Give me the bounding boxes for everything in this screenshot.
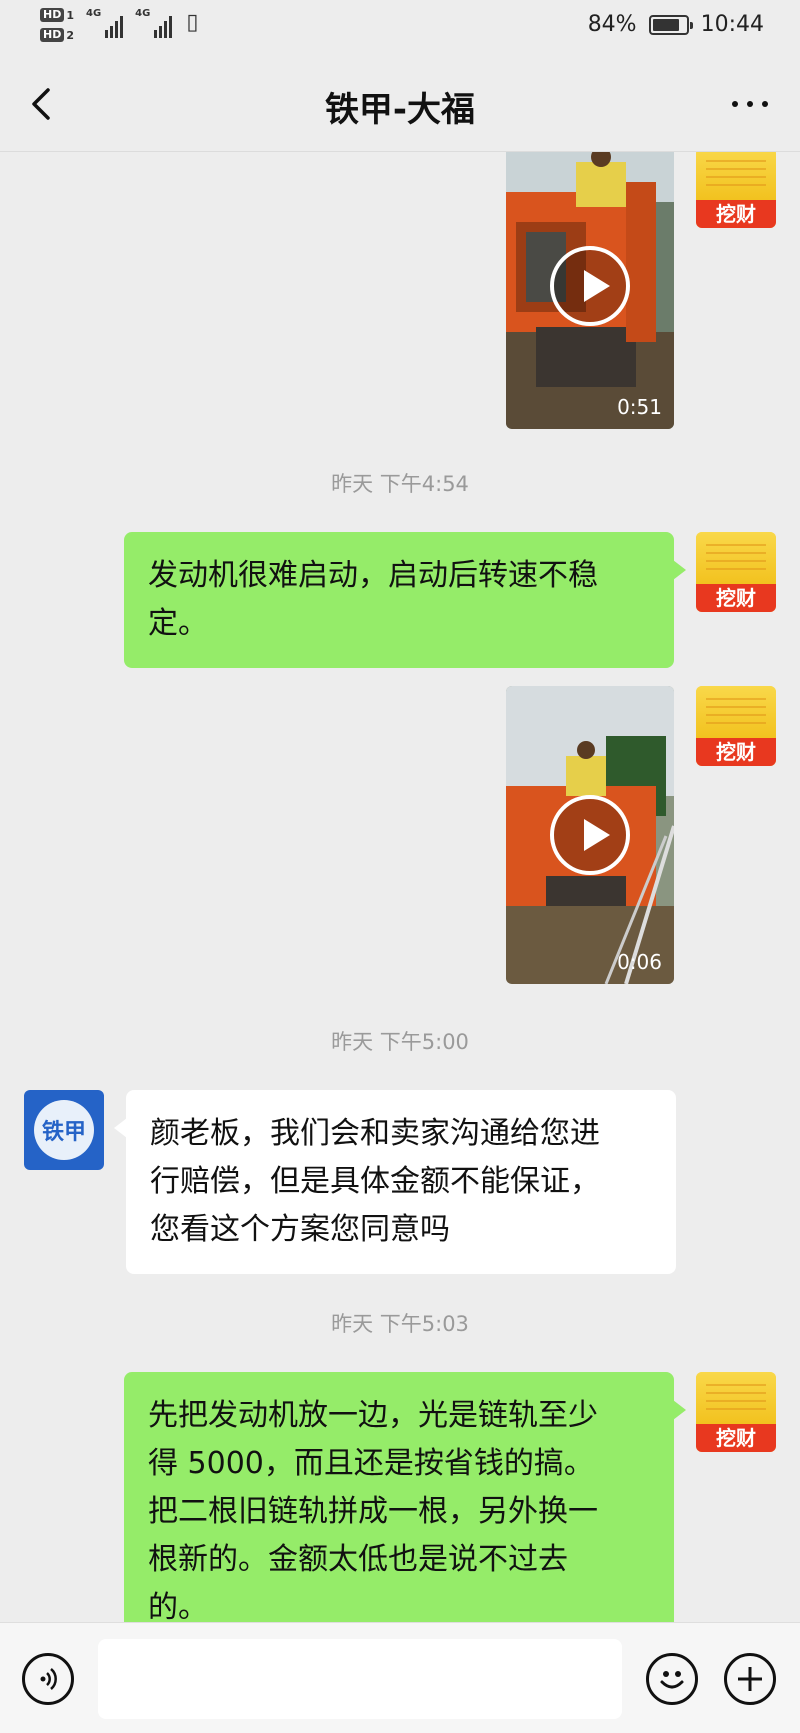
- message-text: 颜老板，我们会和卖家沟通给您进 行赔偿，但是具体金额不能保证， 您看这个方案您同…: [150, 1116, 600, 1247]
- video-message[interactable]: 0:06: [506, 686, 674, 984]
- status-bar: HD 1 HD 2 4G 4G ▯ 84% 10:44: [0, 0, 800, 56]
- battery-percent: 84%: [587, 12, 637, 37]
- play-icon[interactable]: [550, 245, 630, 326]
- timestamp: 昨天 下午4:54: [331, 472, 469, 496]
- message-bubble[interactable]: 颜老板，我们会和卖家沟通给您进 行赔偿，但是具体金额不能保证， 您看这个方案您同…: [114, 1090, 676, 1274]
- avatar[interactable]: 铁甲: [24, 1090, 104, 1170]
- signal-icon-1: 4G: [86, 8, 124, 38]
- more-dots-icon: [732, 101, 738, 107]
- battery-icon: [648, 14, 693, 35]
- chat-title: 铁甲-大福: [324, 90, 476, 130]
- avatar[interactable]: 挖财: [696, 152, 776, 228]
- message-list[interactable]: 0:51 挖财 昨天 下午4:54 发动机很难启动，启动后转速不稳 定。 挖财: [0, 152, 800, 1622]
- message-bubble[interactable]: 发动机很难启动，启动后转速不稳 定。: [124, 532, 686, 668]
- clock: 10:44: [700, 12, 764, 37]
- message-bubble[interactable]: 先把发动机放一边，光是链轨至少 得 5000，而且还是按省钱的搞。 把二根旧链轨…: [124, 1372, 686, 1622]
- message-input[interactable]: [98, 1639, 622, 1719]
- hd1-indicator: HD 1: [40, 8, 74, 22]
- hd2-indicator: HD 2: [40, 28, 74, 42]
- avatar[interactable]: 挖财: [696, 532, 776, 612]
- timestamp: 昨天 下午5:00: [331, 1030, 469, 1054]
- message-text: 发动机很难启动，启动后转速不稳 定。: [148, 558, 598, 641]
- video-duration: 0:51: [617, 395, 662, 419]
- avatar[interactable]: 挖财: [696, 686, 776, 766]
- signal-icon-2: 4G: [135, 8, 173, 38]
- avatar[interactable]: 挖财: [696, 1372, 776, 1452]
- chat-header: 铁甲-大福: [0, 56, 800, 152]
- vibrate-icon: ▯: [186, 10, 199, 35]
- more-button[interactable]: [726, 82, 774, 126]
- video-duration: 0:06: [617, 950, 662, 974]
- emoji-icon[interactable]: [646, 1653, 698, 1705]
- message-text: 先把发动机放一边，光是链轨至少 得 5000，而且还是按省钱的搞。 把二根旧链轨…: [148, 1398, 598, 1622]
- play-icon[interactable]: [550, 795, 630, 875]
- video-message[interactable]: 0:51: [506, 152, 674, 429]
- voice-icon[interactable]: [22, 1653, 74, 1705]
- input-bar: [0, 1622, 800, 1733]
- tiejia-logo: 铁甲: [34, 1100, 94, 1160]
- plus-icon[interactable]: [724, 1653, 776, 1705]
- timestamp: 昨天 下午5:03: [331, 1312, 469, 1336]
